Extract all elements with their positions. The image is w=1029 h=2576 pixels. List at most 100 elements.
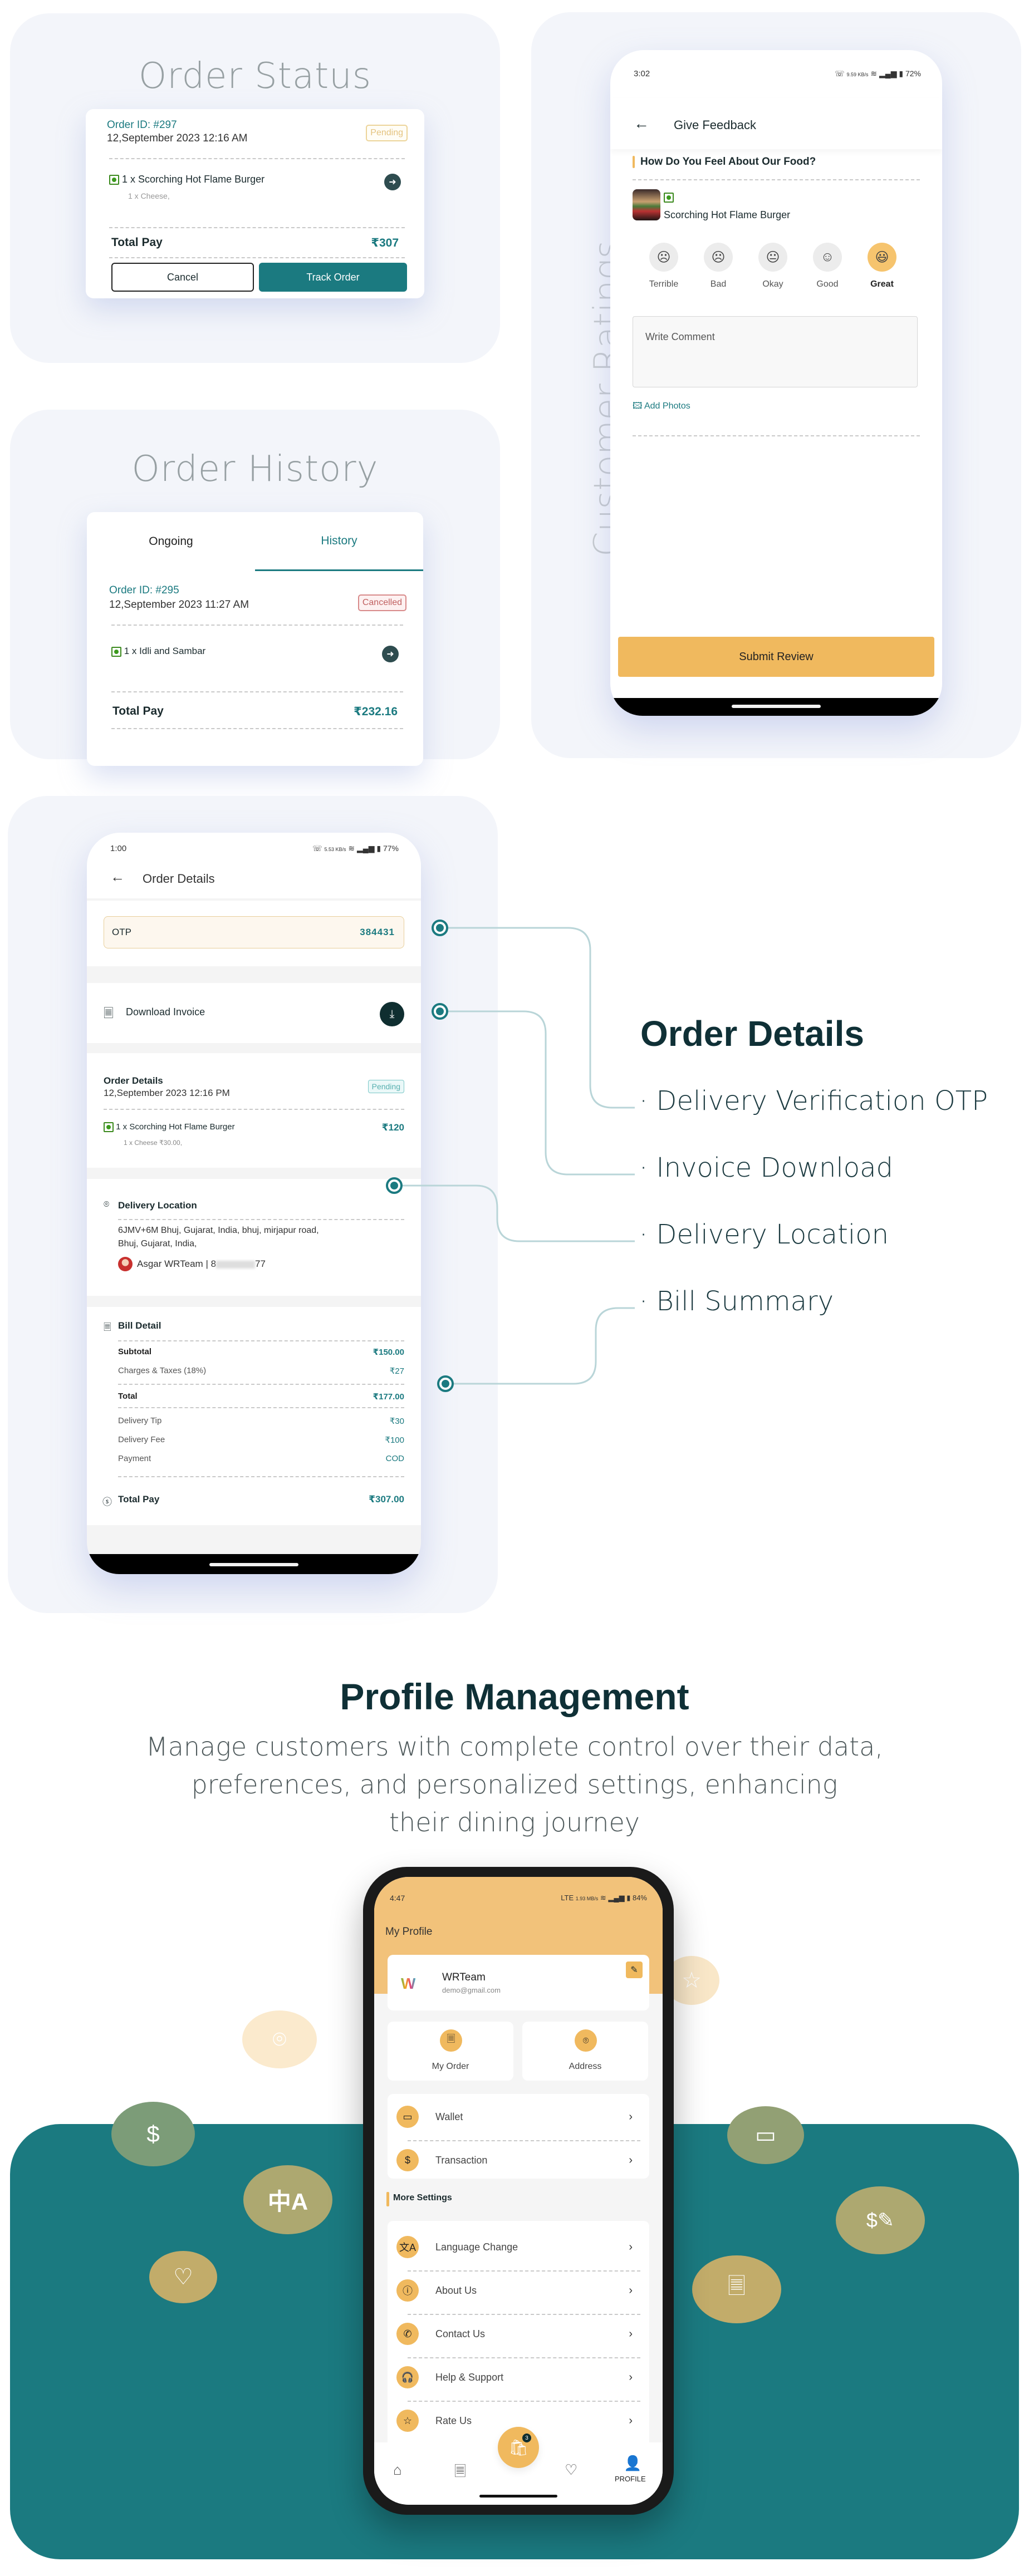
battery-level: 72% [905, 69, 921, 78]
nav-bar [610, 698, 942, 716]
float-coin-icon: $ [111, 2102, 195, 2166]
profile-phone-screen: 4:47 LTE 1.93 MB/s ≋ ▂▄▆ ▮ 84% My Profil… [374, 1877, 663, 2505]
location-pin-icon: ⌾ [575, 2029, 597, 2052]
user-email: demo@gmail.com [442, 1986, 501, 1994]
total-label: Total Pay [111, 236, 163, 249]
menu-item-label: Help & Support [435, 2371, 504, 2383]
comment-input[interactable]: Write Comment [633, 316, 918, 387]
profile-menu-item[interactable]: ▭ Wallet › [396, 2097, 640, 2136]
quick-my-order[interactable]: 🗏 My Order [388, 2022, 513, 2081]
bottom-nav: 🛍 3 ⌂ 🗏 ♡ 👤 PROFILE [374, 2427, 663, 2505]
terrible-face-icon[interactable]: ☹ [649, 243, 678, 272]
home-indicator[interactable] [732, 705, 821, 708]
nav-profile-icon[interactable]: 👤 [624, 2455, 641, 2472]
cart-button[interactable]: 🛍 3 [498, 2427, 539, 2468]
veg-icon [109, 175, 119, 185]
total-pay-label: Total Pay [118, 1494, 160, 1505]
order-arrow-button[interactable]: ➜ [382, 646, 399, 662]
food-image [633, 189, 660, 220]
order-item-name: 1 x Scorching Hot Flame Burger [122, 174, 265, 185]
quick-label: My Order [432, 2062, 469, 2071]
menu-item-label: Rate Us [435, 2415, 472, 2426]
add-photos-button[interactable]: 🖾 Add Photos [633, 400, 690, 415]
feature-invoice: · Invoice Download [639, 1152, 893, 1183]
float-transaction-icon: $✎ [836, 2186, 925, 2254]
rating-label: Terrible [649, 279, 679, 289]
quick-label: Address [569, 2062, 602, 2071]
status-time: 4:47 [390, 1894, 405, 1902]
feature-bill: · Bill Summary [639, 1286, 834, 1317]
comment-placeholder: Write Comment [645, 331, 715, 342]
float-translate-icon: 中A [243, 2165, 332, 2234]
okay-face-icon[interactable]: 😐 [758, 243, 787, 272]
feature-location: · Delivery Location [639, 1219, 889, 1250]
menu-item-label: Language Change [435, 2241, 518, 2253]
chevron-right-icon: › [629, 2110, 633, 2123]
tab-ongoing[interactable]: Ongoing [87, 512, 255, 571]
divider [111, 625, 403, 626]
order-item: 1 x Idli and Sambar [111, 646, 205, 657]
rating-label: Bad [710, 279, 727, 289]
description-line: Manage customers with complete control o… [146, 1732, 883, 1762]
callout-connectors [386, 920, 635, 1392]
nav-bar [87, 1554, 421, 1574]
order-addon: 1 x Cheese, [128, 191, 170, 200]
great-face-icon[interactable]: 😃 [868, 243, 896, 272]
home-indicator[interactable] [479, 2495, 557, 2498]
profile-heading: Profile Management [340, 1676, 689, 1717]
nav-favorites-icon[interactable]: ♡ [565, 2461, 577, 2479]
bad-face-icon[interactable]: ☹ [704, 243, 733, 272]
track-order-button[interactable]: Track Order [259, 263, 407, 292]
question-text: How Do You Feel About Our Food? [640, 156, 816, 168]
chevron-right-icon: › [629, 2240, 633, 2253]
nav-orders-icon[interactable]: 🗏 [454, 2461, 466, 2486]
rating-label: Okay [762, 279, 783, 289]
feature-location-label: Delivery Location [656, 1219, 889, 1250]
divider [633, 435, 920, 436]
good-face-icon[interactable]: ☺ [813, 243, 842, 272]
connector-bill [445, 1307, 635, 1385]
add-photos-label: Add Photos [644, 401, 690, 411]
submit-review-button[interactable]: Submit Review [618, 637, 934, 677]
app-header: ← Give Feedback [610, 98, 942, 149]
feature-heading: Order Details [640, 1014, 864, 1054]
cancel-button[interactable]: Cancel [111, 263, 254, 292]
profile-menu-item[interactable]: ✆ Contact Us › [396, 2314, 640, 2353]
divider [633, 179, 920, 180]
float-wallet-icon: ▭ [727, 2106, 804, 2164]
chevron-right-icon: › [629, 2284, 633, 2297]
receipt-icon: 🗏 [440, 2029, 462, 2052]
nav-profile-label[interactable]: PROFILE [615, 2475, 646, 2483]
feedback-phone: 3:02 ☏ 9.59 KB/s ≋ ▂▄▆ ▮ 72% ← Give Feed… [610, 50, 942, 716]
edit-profile-button[interactable]: ✎ [626, 1962, 643, 1978]
total-value: ₹307 [371, 237, 399, 249]
quick-address[interactable]: ⌾ Address [522, 2022, 648, 2081]
order-status-title: Order Status [138, 56, 372, 97]
order-arrow-button[interactable]: ➜ [384, 174, 401, 190]
add-photo-icon: 🖾 [633, 401, 643, 411]
status-badge: Cancelled [357, 594, 406, 611]
status-badge: Pending [366, 125, 408, 141]
chevron-right-icon: › [629, 2327, 633, 2340]
nav-home-icon[interactable]: ⌂ [393, 2461, 402, 2479]
profile-title: My Profile [385, 1926, 433, 1938]
order-history-title: Order History [131, 449, 379, 490]
profile-menu-item[interactable]: 文A Language Change › [396, 2228, 640, 2267]
profile-description: Manage customers with complete control o… [0, 1728, 1029, 1841]
header-title: Give Feedback [674, 118, 756, 132]
network-speed: 9.59 KB/s [846, 72, 869, 77]
back-arrow-icon[interactable]: ← [634, 115, 649, 132]
profile-menu-item[interactable]: 🎧 Help & Support › [396, 2358, 640, 2397]
star-icon: ☆ [396, 2410, 419, 2432]
user-logo: W [401, 1975, 416, 1992]
tab-history[interactable]: History [255, 512, 423, 571]
order-datetime: 12,September 2023 12:16 AM [107, 132, 248, 144]
veg-icon [664, 193, 674, 203]
status-icons: ☏ 9.59 KB/s ≋ ▂▄▆ ▮ 72% [835, 69, 921, 78]
profile-menu-item[interactable]: ⓘ About Us › [396, 2271, 640, 2310]
question-accent [633, 156, 635, 168]
chevron-right-icon: › [629, 2414, 633, 2427]
order-id: Order ID: #295 [109, 584, 179, 596]
profile-menu-item[interactable]: $ Transaction › [396, 2141, 640, 2180]
home-indicator[interactable] [209, 1563, 298, 1566]
